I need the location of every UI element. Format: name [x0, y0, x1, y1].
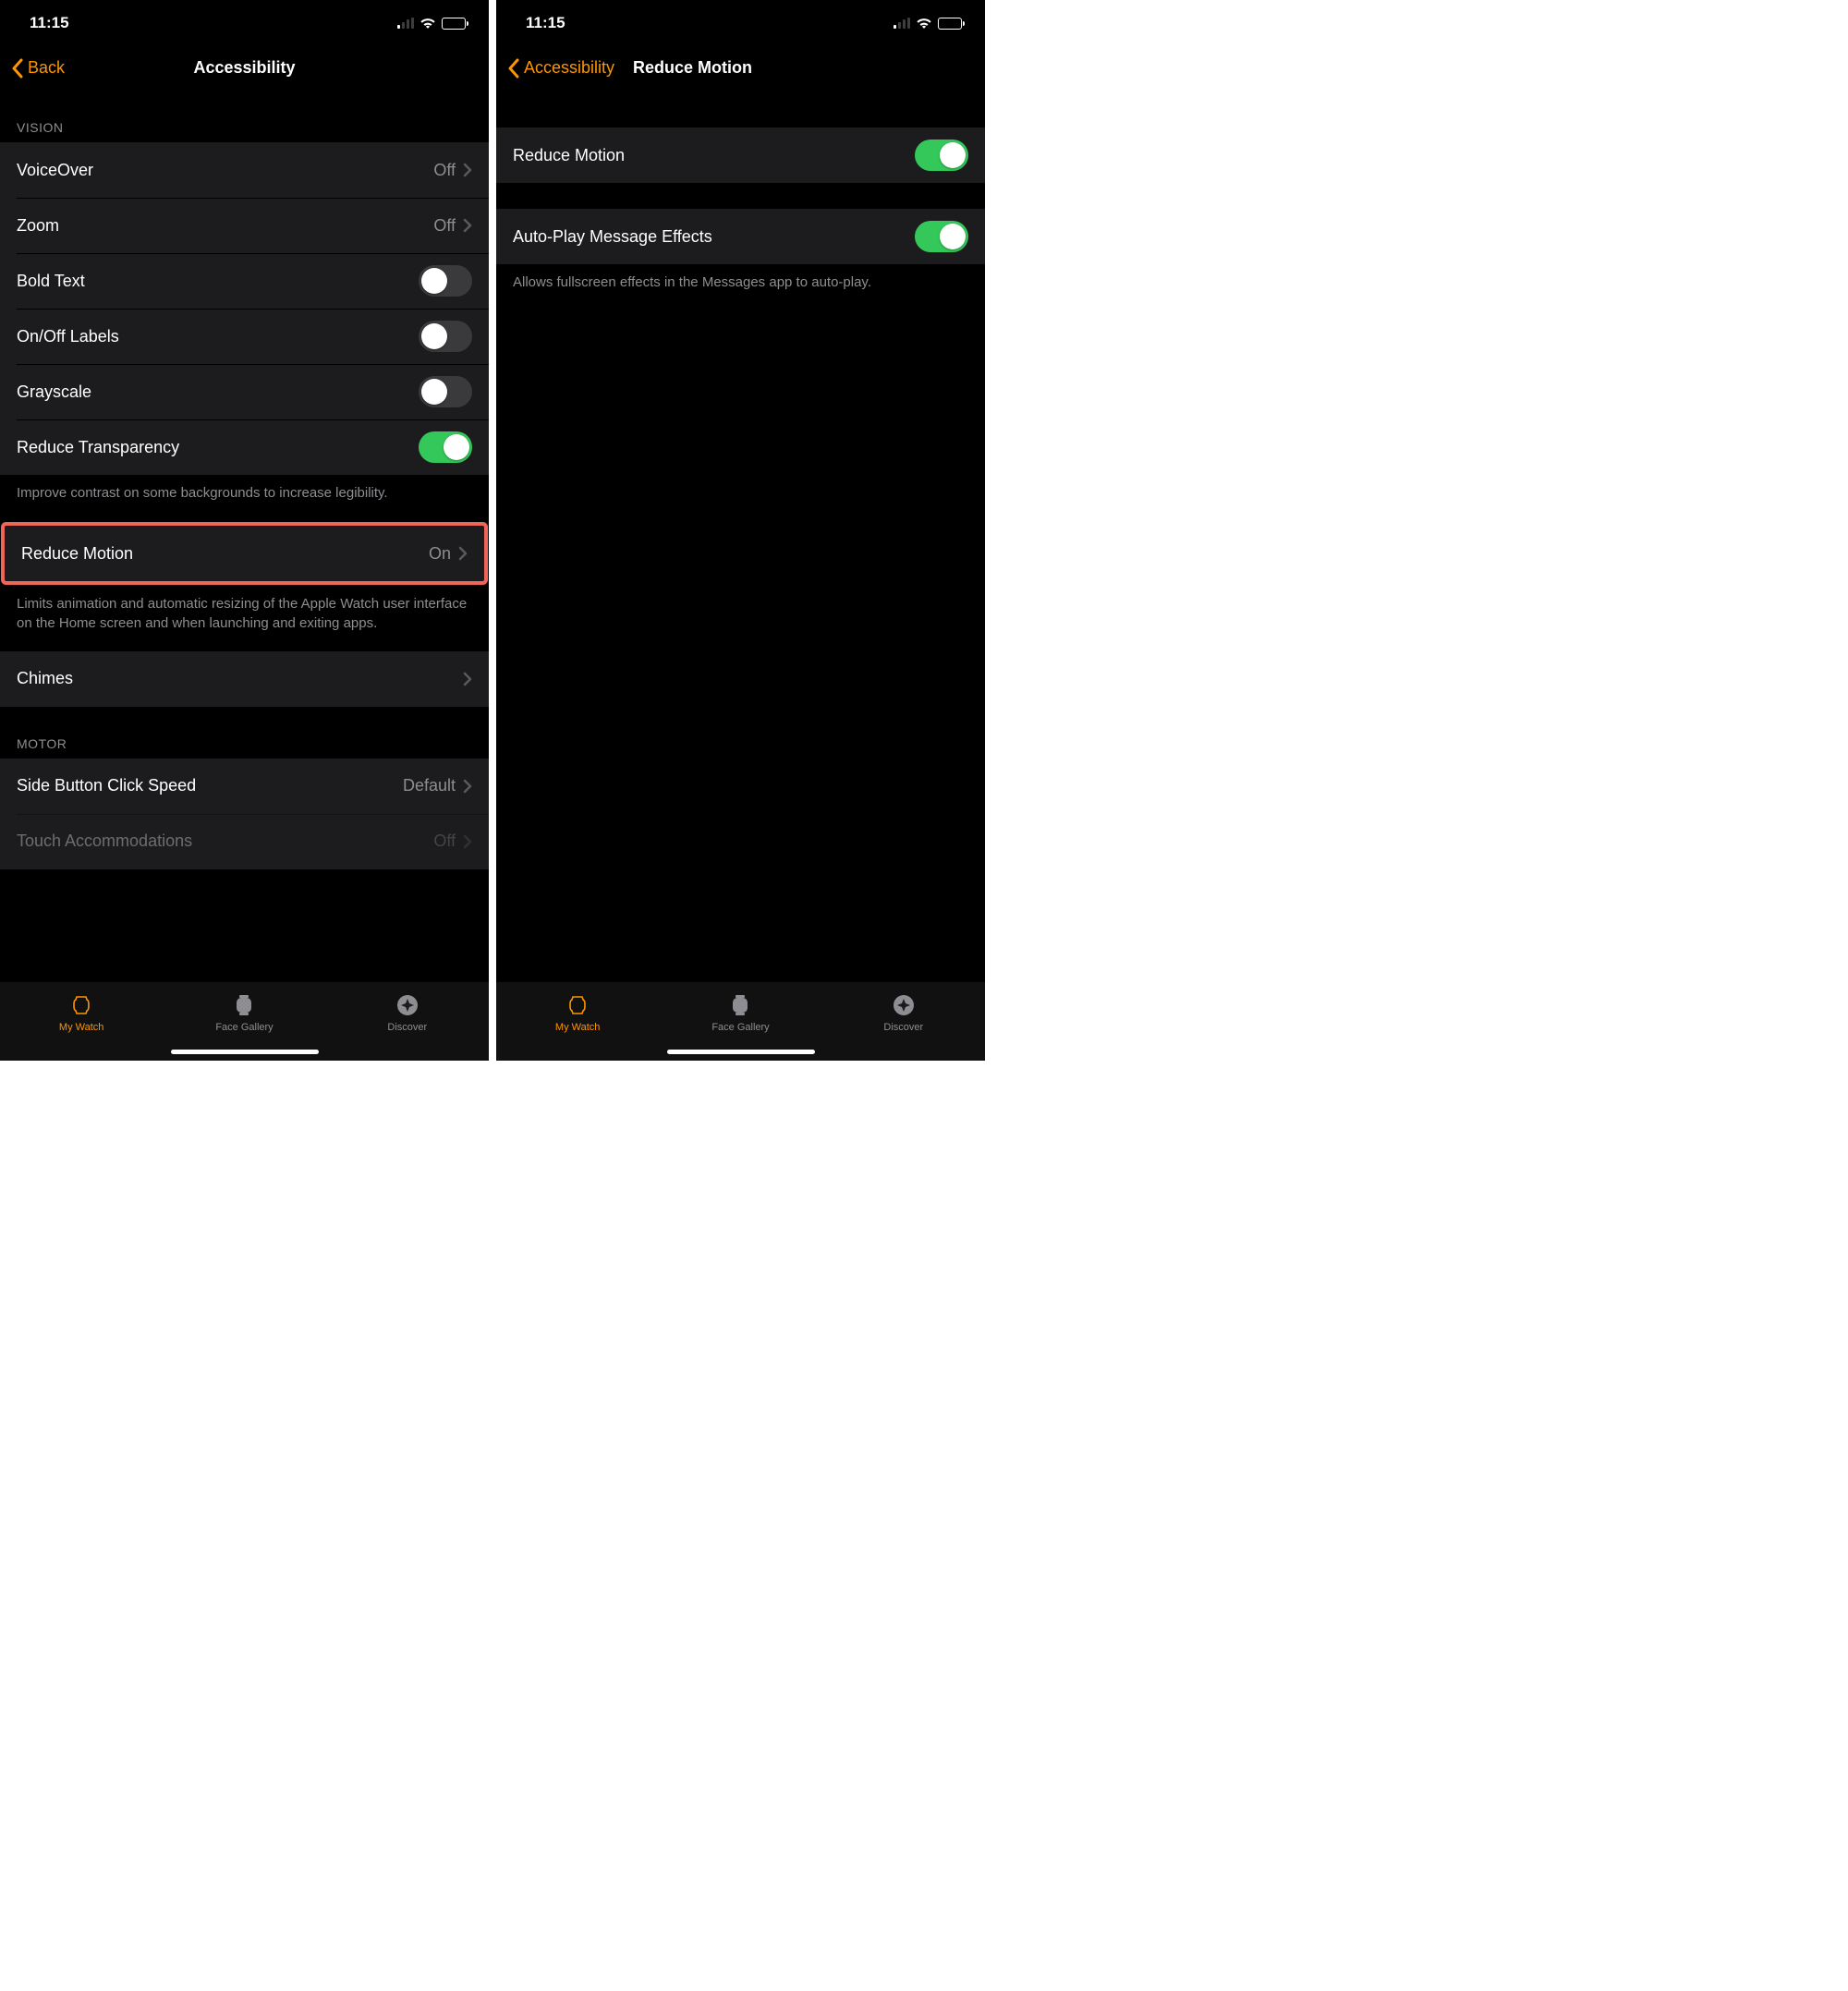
- tab-my-watch[interactable]: My Watch: [496, 982, 659, 1042]
- row-chimes[interactable]: Chimes: [0, 651, 489, 707]
- row-bold-text[interactable]: Bold Text: [0, 253, 489, 309]
- back-button[interactable]: Back: [4, 58, 72, 79]
- autoplay-note: Allows fullscreen effects in the Message…: [496, 264, 985, 310]
- tab-face-gallery[interactable]: Face Gallery: [659, 982, 821, 1042]
- section-header-vision: VISION: [0, 91, 489, 142]
- chevron-right-icon: [463, 163, 472, 177]
- chevron-left-icon: [11, 58, 24, 79]
- row-touch-accommodations[interactable]: Touch Accommodations Off: [0, 814, 489, 869]
- watch-icon: [71, 992, 91, 1018]
- watch-face-icon: [234, 992, 254, 1018]
- section-header-motor: MOTOR: [0, 707, 489, 759]
- chevron-right-icon: [458, 546, 468, 561]
- nav-title: Accessibility: [0, 58, 489, 78]
- home-indicator[interactable]: [667, 1050, 815, 1054]
- watch-face-icon: [730, 992, 750, 1018]
- chevron-right-icon: [463, 779, 472, 794]
- compass-icon: [396, 992, 419, 1018]
- highlighted-row: Reduce Motion On: [5, 526, 484, 581]
- tab-discover[interactable]: Discover: [326, 982, 489, 1042]
- tab-face-gallery[interactable]: Face Gallery: [163, 982, 325, 1042]
- row-reduce-motion[interactable]: Reduce Motion On: [5, 526, 484, 581]
- row-reduce-transparency[interactable]: Reduce Transparency: [0, 419, 489, 475]
- nav-title: Reduce Motion: [633, 58, 752, 78]
- row-zoom[interactable]: Zoom Off: [0, 198, 489, 253]
- toggle-reduce-motion[interactable]: [915, 140, 968, 171]
- phone-right: 11:15 Accessibility Reduce Motion: [496, 0, 985, 1061]
- toggle-bold-text[interactable]: [419, 265, 472, 297]
- status-time: 11:15: [526, 14, 565, 32]
- chevron-right-icon: [463, 834, 472, 849]
- transparency-note: Improve contrast on some backgrounds to …: [0, 475, 489, 521]
- tab-my-watch[interactable]: My Watch: [0, 982, 163, 1042]
- battery-icon: [442, 18, 469, 30]
- wifi-icon: [916, 17, 932, 30]
- back-button[interactable]: Accessibility: [500, 58, 622, 79]
- row-reduce-motion[interactable]: Reduce Motion: [496, 127, 985, 183]
- row-grayscale[interactable]: Grayscale: [0, 364, 489, 419]
- phone-left: 11:15 Back Accessibility VISION: [0, 0, 489, 1061]
- cell-signal-icon: [397, 18, 414, 29]
- chevron-right-icon: [463, 218, 472, 233]
- scroll-content[interactable]: Reduce Motion Auto-Play Message Effects …: [496, 91, 985, 982]
- row-autoplay-message-effects[interactable]: Auto-Play Message Effects: [496, 209, 985, 264]
- status-time: 11:15: [30, 14, 69, 32]
- home-indicator[interactable]: [171, 1050, 319, 1054]
- navbar: Back Accessibility: [0, 46, 489, 91]
- battery-icon: [938, 18, 966, 30]
- row-side-button-speed[interactable]: Side Button Click Speed Default: [0, 759, 489, 814]
- wifi-icon: [419, 17, 436, 30]
- statusbar: 11:15: [496, 0, 985, 46]
- toggle-autoplay-message-effects[interactable]: [915, 221, 968, 252]
- cell-signal-icon: [894, 18, 910, 29]
- row-onoff-labels[interactable]: On/Off Labels: [0, 309, 489, 364]
- reduce-motion-note: Limits animation and automatic resizing …: [0, 586, 489, 651]
- toggle-onoff-labels[interactable]: [419, 321, 472, 352]
- statusbar: 11:15: [0, 0, 489, 46]
- row-voiceover[interactable]: VoiceOver Off: [0, 142, 489, 198]
- compass-icon: [893, 992, 915, 1018]
- chevron-right-icon: [463, 672, 472, 686]
- navbar: Accessibility Reduce Motion: [496, 46, 985, 91]
- chevron-left-icon: [507, 58, 520, 79]
- watch-icon: [567, 992, 588, 1018]
- tab-discover[interactable]: Discover: [822, 982, 985, 1042]
- toggle-grayscale[interactable]: [419, 376, 472, 407]
- scroll-content[interactable]: VISION VoiceOver Off Zoom Off Bold Text: [0, 91, 489, 982]
- toggle-reduce-transparency[interactable]: [419, 431, 472, 463]
